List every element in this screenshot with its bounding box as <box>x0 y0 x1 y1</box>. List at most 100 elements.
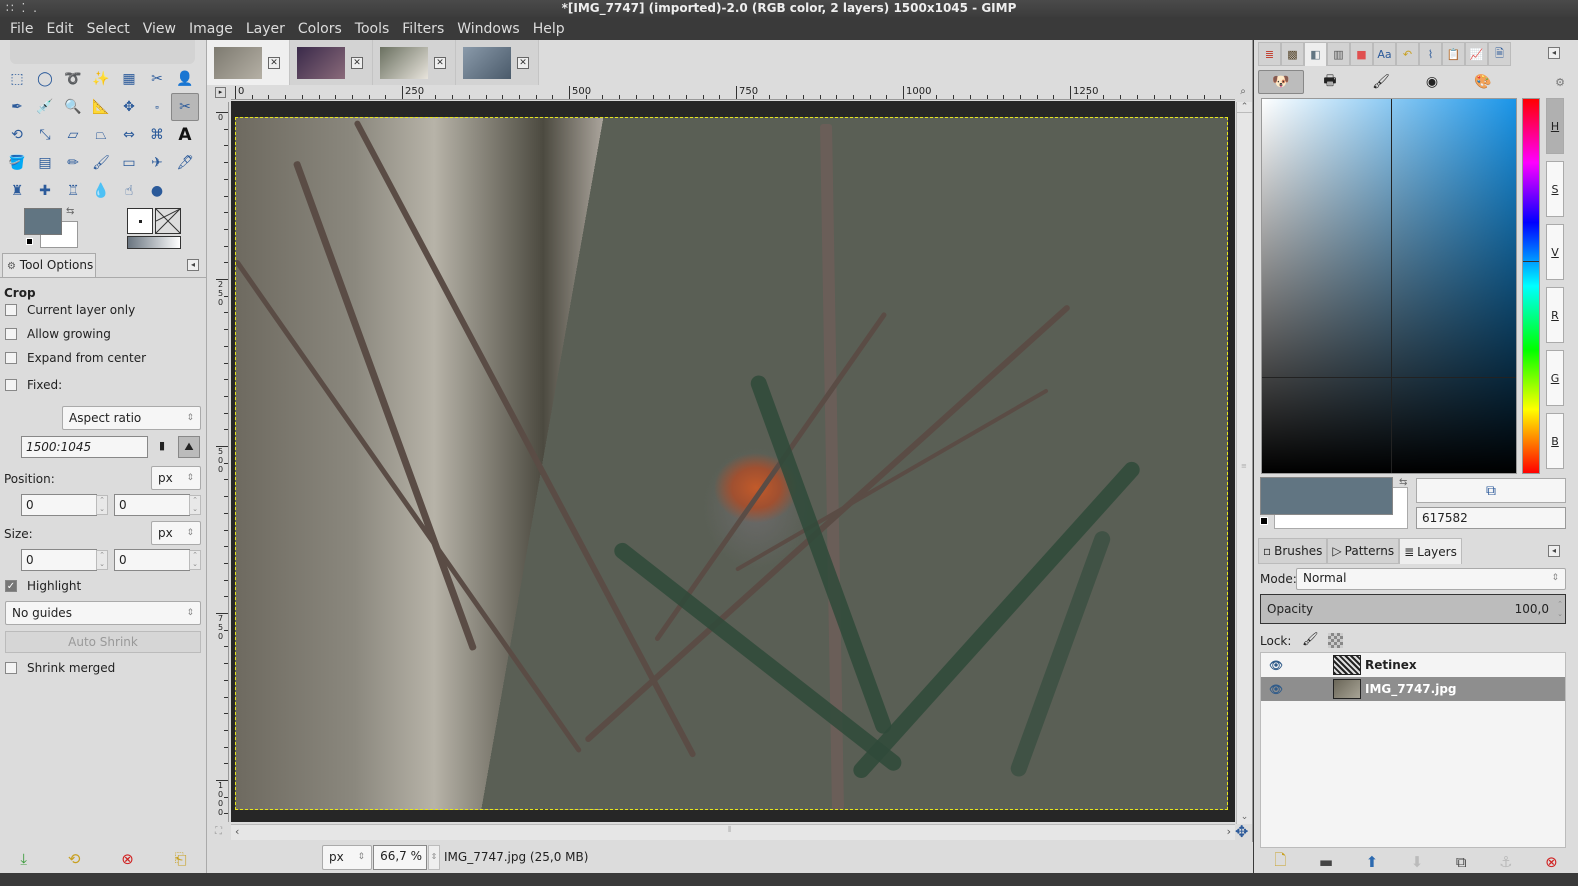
channel-toggle-h[interactable]: H <box>1546 98 1564 154</box>
close-tab-icon[interactable]: ✕ <box>434 56 446 69</box>
tab-patterns[interactable]: ▷ Patterns <box>1327 538 1400 564</box>
paintbrush-icon[interactable]: 🖌 <box>87 149 115 177</box>
channel-toggle-s[interactable]: S <box>1546 161 1564 217</box>
scroll-left-icon[interactable]: ‹ <box>235 825 239 838</box>
lower-layer-icon[interactable]: ⬇ <box>1411 853 1424 871</box>
dock-tab-gradients-icon[interactable]: ▥ <box>1327 42 1350 66</box>
channel-toggle-g[interactable]: G <box>1546 350 1564 406</box>
anchor-layer-icon[interactable]: ⚓ <box>1499 853 1512 871</box>
opacity-spinner[interactable]: ⌃ ⌄ <box>1557 599 1563 619</box>
position-unit-select[interactable]: px ⇕ <box>151 466 201 490</box>
vertical-scrollbar[interactable]: ⌃ ≡ ⌄ <box>1236 102 1252 824</box>
panel-menu-icon[interactable]: ◂ <box>1548 47 1560 59</box>
allow-growing-option[interactable]: Allow growing <box>5 327 111 341</box>
bucket-fill-icon[interactable]: 🪣 <box>3 149 31 177</box>
size-unit-select[interactable]: px ⇕ <box>151 521 201 545</box>
fixed-mode-select[interactable]: Aspect ratio ⇕ <box>62 406 201 430</box>
scroll-grip[interactable]: ≡ <box>1241 462 1247 470</box>
dock-tab-patterns-icon[interactable]: ▩ <box>1281 42 1304 66</box>
shear-icon[interactable]: ▱ <box>59 121 87 149</box>
tab-tool-options[interactable]: ⚙ Tool Options <box>2 253 96 277</box>
hex-color-input[interactable]: 617582 <box>1416 507 1566 529</box>
panel-menu-icon[interactable]: ◂ <box>187 259 199 271</box>
menu-colors[interactable]: Colors <box>292 21 348 37</box>
move-icon[interactable]: ✥ <box>115 93 143 121</box>
visibility-eye-icon[interactable]: 👁 <box>1261 683 1291 696</box>
wilber-drop-area[interactable] <box>10 40 195 64</box>
menu-tools[interactable]: Tools <box>349 21 396 37</box>
selector-watercolor-icon[interactable]: 🖌 <box>1356 70 1406 94</box>
size-height-spinner[interactable]: ⌃ ⌄ <box>189 550 201 570</box>
scale-icon[interactable]: ⤡ <box>31 121 59 149</box>
fixed-option[interactable]: Fixed: <box>5 378 62 392</box>
text-icon[interactable]: A <box>171 121 199 149</box>
unit-select[interactable]: px ⇕ <box>322 845 372 870</box>
delete-layer-icon[interactable]: ⊗ <box>1545 853 1558 871</box>
expand-from-center-checkbox[interactable] <box>5 352 17 364</box>
canvas-area[interactable] <box>231 101 1235 822</box>
menu-windows[interactable]: Windows <box>451 21 526 37</box>
foreground-color-swatch[interactable] <box>1260 477 1393 515</box>
window-menu-icon[interactable]: ∷ ⁚ . <box>6 0 39 17</box>
dock-tab-layers-stack-icon[interactable]: ≣ <box>1258 42 1281 66</box>
opacity-slider[interactable]: Opacity 100,0 ⌃ ⌄ <box>1260 594 1566 624</box>
menu-select[interactable]: Select <box>81 21 136 37</box>
navigate-icon[interactable]: ⛶ <box>215 826 222 837</box>
scroll-down-icon[interactable]: ⌄ <box>1237 812 1252 822</box>
dock-tab-palettes-icon[interactable]: ■ <box>1350 42 1373 66</box>
color-saturation-value-area[interactable] <box>1261 98 1517 474</box>
active-pattern-preview[interactable] <box>155 208 181 234</box>
position-x-spinner[interactable]: ⌃ ⌄ <box>96 495 108 515</box>
hue-slider[interactable] <box>1522 98 1540 474</box>
size-height-input[interactable]: 0 <box>114 549 190 571</box>
vertical-ruler[interactable]: 0 250 500 750 1000 <box>214 102 229 822</box>
guides-select[interactable]: No guides ⇕ <box>5 601 201 625</box>
zoom-input[interactable]: 66,7 % <box>373 845 427 870</box>
auto-shrink-button[interactable]: Auto Shrink <box>5 631 201 653</box>
dock-tab-fonts-icon[interactable]: Aa <box>1373 42 1396 66</box>
horizontal-ruler[interactable]: 0 250 500 750 1000 1250 <box>231 86 1235 100</box>
expand-from-center-option[interactable]: Expand from center <box>5 351 146 365</box>
shrink-merged-option[interactable]: Shrink merged <box>5 661 115 675</box>
selector-settings-icon[interactable]: ⚙ <box>1547 70 1573 94</box>
fixed-checkbox[interactable] <box>5 379 17 391</box>
align-icon[interactable]: ⬞ <box>143 93 171 121</box>
flip-icon[interactable]: ⇔ <box>115 121 143 149</box>
portrait-icon[interactable]: ▮ <box>155 439 169 457</box>
raise-layer-icon[interactable]: ⬆ <box>1366 853 1379 871</box>
layer-row[interactable]: 👁 IMG_7747.jpg <box>1261 677 1565 701</box>
aspect-ratio-input[interactable]: 1500:1045 <box>21 436 148 458</box>
current-layer-only-checkbox[interactable] <box>5 304 17 316</box>
position-y-spinner[interactable]: ⌃ ⌄ <box>189 495 201 515</box>
image-tab-img_7747[interactable]: ✕ <box>207 40 290 85</box>
restore-options-icon[interactable]: ⟲ <box>68 850 81 868</box>
foreground-select-icon[interactable]: 👤 <box>171 65 199 93</box>
menu-view[interactable]: View <box>137 21 182 37</box>
selector-cmyk-icon[interactable]: 🖶 <box>1305 70 1355 94</box>
image-tab-seaplane[interactable]: ✕ <box>456 40 539 85</box>
new-layer-icon[interactable]: 🗋 <box>1274 850 1286 875</box>
scroll-right-icon[interactable]: › <box>1227 825 1231 838</box>
size-width-spinner[interactable]: ⌃ ⌄ <box>96 550 108 570</box>
panel-menu-icon[interactable]: ◂ <box>1548 545 1560 557</box>
perspective-icon[interactable]: ⏢ <box>87 121 115 149</box>
close-tab-icon[interactable]: ✕ <box>268 56 280 69</box>
menu-help[interactable]: Help <box>527 21 571 37</box>
active-gradient-preview[interactable] <box>127 236 181 249</box>
delete-options-icon[interactable]: ⊗ <box>121 850 134 868</box>
swap-colors-icon[interactable]: ⇆ <box>1399 477 1407 488</box>
dock-tab-paths-icon[interactable]: ⌇ <box>1419 42 1442 66</box>
menu-layer[interactable]: Layer <box>240 21 291 37</box>
scroll-grip[interactable]: ⦀ <box>728 825 732 835</box>
lock-alpha-icon[interactable] <box>1328 633 1343 648</box>
zoom-on-resize-icon[interactable]: ⌕ <box>1236 86 1250 100</box>
color-picker-icon[interactable]: 💉 <box>31 93 59 121</box>
size-width-input[interactable]: 0 <box>21 549 97 571</box>
position-x-input[interactable]: 0 <box>21 494 97 516</box>
fuzzy-select-icon[interactable]: ✨ <box>87 65 115 93</box>
dock-tab-document-icon[interactable]: 🗎 <box>1488 42 1511 66</box>
scissors-select-icon[interactable]: ✂ <box>143 65 171 93</box>
scroll-up-icon[interactable]: ⌃ <box>1237 102 1252 113</box>
menu-image[interactable]: Image <box>183 21 239 37</box>
layer-row[interactable]: 👁 Retinex <box>1261 653 1565 677</box>
